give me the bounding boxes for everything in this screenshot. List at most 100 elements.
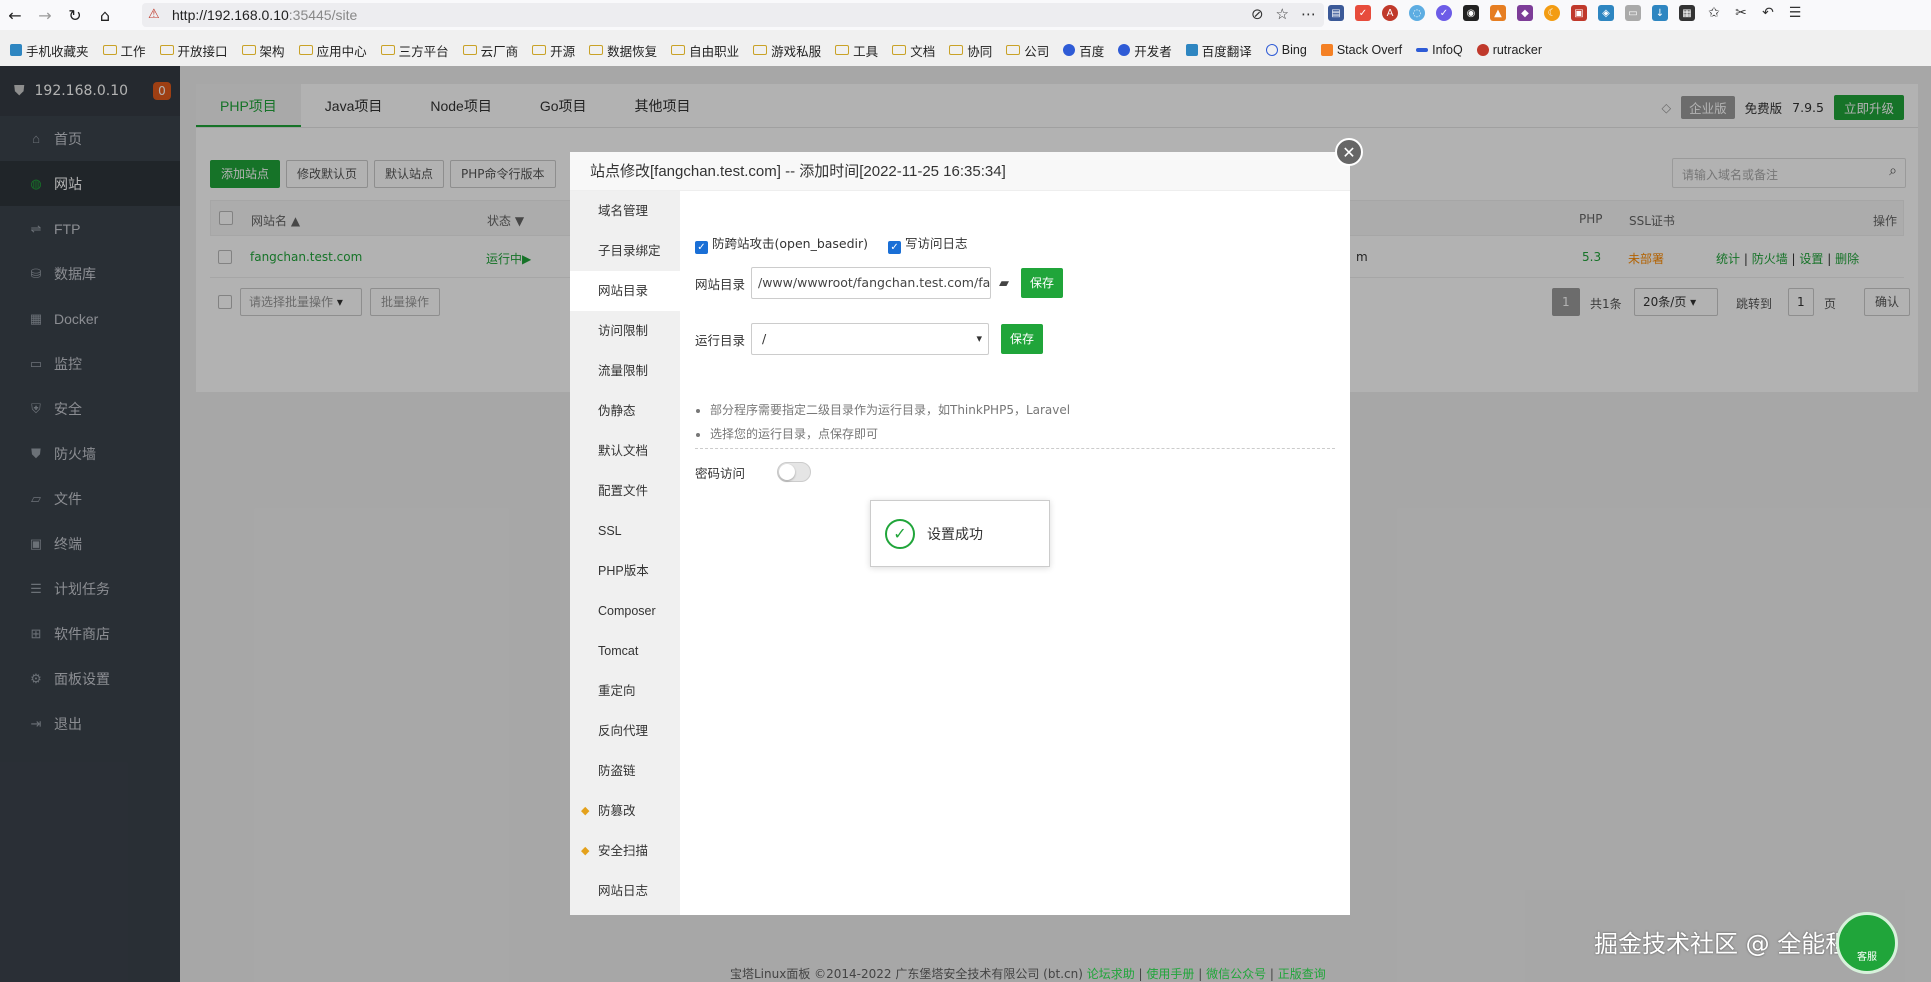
- bookmark-label: 百度翻译: [1201, 44, 1252, 59]
- bookmark-folder[interactable]: 开放接口: [159, 41, 228, 60]
- menu-redirect[interactable]: 重定向: [570, 671, 680, 711]
- folder-open-icon[interactable]: ▰: [999, 276, 1009, 291]
- premium-icon: ◆: [581, 845, 590, 857]
- wechat-link[interactable]: 微信公众号: [1206, 967, 1266, 981]
- open-basedir-option[interactable]: ✓ 防跨站攻击(open_basedir): [695, 233, 868, 254]
- undo-icon[interactable]: ↶: [1760, 5, 1776, 21]
- bookmark-folder[interactable]: 工具: [835, 41, 878, 60]
- menu-tomcat[interactable]: Tomcat: [570, 631, 680, 671]
- bookmark-folder[interactable]: 协同: [949, 41, 992, 60]
- home-button[interactable]: ⌂: [90, 0, 120, 30]
- adblock-icon[interactable]: A: [1382, 5, 1398, 21]
- dialog-title: 站点修改[fangchan.test.com] -- 添加时间[2022-11-…: [570, 152, 1350, 191]
- save-run-dir-button[interactable]: 保存: [1001, 324, 1044, 354]
- menu-site-dir[interactable]: 网站目录: [570, 271, 680, 311]
- forward-button[interactable]: →: [30, 0, 60, 30]
- menu-config-file[interactable]: 配置文件: [570, 471, 680, 511]
- menu-access-limit[interactable]: 访问限制: [570, 311, 680, 351]
- tracking-protection-icon[interactable]: ⊘: [1251, 5, 1264, 23]
- extension-icon[interactable]: ↓: [1652, 5, 1668, 21]
- menu-security-scan[interactable]: ◆ 安全扫描: [570, 831, 680, 871]
- bookmark-item[interactable]: rutracker: [1476, 43, 1542, 57]
- bookmark-label: 百度: [1079, 44, 1105, 59]
- extension-icon[interactable]: ◉: [1463, 5, 1479, 21]
- close-icon[interactable]: ✕: [1335, 138, 1363, 166]
- bookmark-label: 数据恢复: [607, 44, 658, 59]
- bookmark-folder[interactable]: 开源: [532, 41, 575, 60]
- access-log-option[interactable]: ✓ 写访问日志: [888, 233, 968, 254]
- menu-php-version[interactable]: PHP版本: [570, 551, 680, 591]
- bookmark-folder[interactable]: 文档: [892, 41, 935, 60]
- run-dir-select[interactable]: / ▾: [751, 323, 989, 355]
- extension-icon[interactable]: ▣: [1571, 5, 1587, 21]
- site-dir-row: 网站目录 /www/wwwroot/fangchan.test.com/fang…: [695, 267, 1064, 299]
- password-access-row: 密码访问: [695, 462, 812, 482]
- more-icon[interactable]: ⋯: [1301, 5, 1316, 23]
- checkbox-checked-icon[interactable]: ✓: [888, 241, 902, 254]
- bookmark-item[interactable]: InfoQ: [1416, 43, 1463, 57]
- bookmark-folder[interactable]: 架构: [241, 41, 285, 60]
- customer-service-button[interactable]: 客服: [1836, 912, 1898, 974]
- menu-subdir[interactable]: 子目录绑定: [570, 231, 680, 271]
- extension-icon[interactable]: ☾: [1544, 5, 1560, 21]
- menu-domain[interactable]: 域名管理: [570, 191, 680, 231]
- extension-icon[interactable]: ▲: [1490, 5, 1506, 21]
- save-dir-button[interactable]: 保存: [1021, 268, 1064, 298]
- menu-hotlink[interactable]: 防盗链: [570, 751, 680, 791]
- menu-icon[interactable]: ☰: [1787, 5, 1803, 21]
- extension-icon[interactable]: ◌: [1409, 5, 1425, 21]
- bookmark-item[interactable]: Stack Overf: [1320, 43, 1402, 57]
- extension-icon[interactable]: ✓: [1355, 5, 1371, 21]
- menu-rewrite[interactable]: 伪静态: [570, 391, 680, 431]
- license-link[interactable]: 正版查询: [1278, 967, 1326, 981]
- menu-reverse-proxy[interactable]: 反向代理: [570, 711, 680, 751]
- bookmark-folder[interactable]: 三方平台: [380, 41, 449, 60]
- bookmark-item[interactable]: Bing: [1265, 43, 1307, 57]
- extension-icon[interactable]: ◈: [1598, 5, 1614, 21]
- menu-site-log[interactable]: 网站日志: [570, 871, 680, 911]
- forum-link[interactable]: 论坛求助: [1087, 967, 1135, 981]
- extension-icon[interactable]: ▭: [1625, 5, 1641, 21]
- menu-composer[interactable]: Composer: [570, 591, 680, 631]
- customer-service-label: 客服: [1857, 952, 1877, 963]
- success-toast: ✓ 设置成功: [870, 500, 1050, 567]
- extension-icon[interactable]: ▤: [1328, 5, 1344, 21]
- bookmark-label: 云厂商: [480, 44, 519, 59]
- bookmark-label: 自由职业: [689, 44, 740, 59]
- address-bar[interactable]: ⚠ http://192.168.0.10:35445/site ⊘ ☆ ⋯: [142, 3, 1324, 27]
- screenshot-icon[interactable]: ✂: [1733, 5, 1749, 21]
- bookmark-item[interactable]: 百度: [1063, 41, 1104, 60]
- bookmark-folder[interactable]: 游戏私服: [753, 41, 821, 60]
- run-dir-value: /: [762, 331, 767, 346]
- bookmark-item[interactable]: 百度翻译: [1185, 41, 1252, 60]
- manual-link[interactable]: 使用手册: [1146, 967, 1194, 981]
- folder-icon: [380, 45, 395, 55]
- menu-default-doc[interactable]: 默认文档: [570, 431, 680, 471]
- checkbox-checked-icon[interactable]: ✓: [695, 241, 708, 254]
- menu-ssl[interactable]: SSL: [570, 511, 680, 551]
- copyright-text: 宝塔Linux面板 ©2014-2022 广东堡塔安全技术有限公司 (bt.cn…: [730, 967, 1083, 981]
- menu-traffic-limit[interactable]: 流量限制: [570, 351, 680, 391]
- menu-tamper-proof[interactable]: ◆ 防篡改: [570, 791, 680, 831]
- search-icon: [1265, 44, 1278, 56]
- bookmark-folder[interactable]: 数据恢复: [589, 41, 657, 60]
- bookmark-folder[interactable]: 自由职业: [671, 41, 739, 60]
- bookmark-item[interactable]: 开发者: [1118, 41, 1172, 60]
- bookmark-folder[interactable]: 应用中心: [298, 41, 367, 60]
- bookmark-folder[interactable]: 公司: [1006, 41, 1049, 60]
- extension-icon[interactable]: ◆: [1517, 5, 1533, 21]
- extensions-grid-icon[interactable]: ▦: [1679, 5, 1695, 21]
- favorites-icon[interactable]: ✩: [1706, 5, 1722, 21]
- site-dir-input[interactable]: /www/wwwroot/fangchan.test.com/fangchan: [751, 267, 991, 299]
- bookmark-star-icon[interactable]: ☆: [1276, 5, 1289, 23]
- bookmark-folder[interactable]: 工作: [102, 41, 146, 60]
- back-button[interactable]: ←: [0, 0, 30, 30]
- url-host: http://192.168.0.10: [172, 7, 289, 23]
- bookmark-folder[interactable]: 云厂商: [462, 41, 519, 60]
- extension-icon[interactable]: ✓: [1436, 5, 1452, 21]
- reload-button[interactable]: ↻: [60, 0, 90, 30]
- bookmark-label: 文档: [910, 44, 936, 59]
- bookmark-label: 工作: [120, 44, 146, 59]
- password-access-toggle[interactable]: [777, 462, 812, 482]
- bookmark-item[interactable]: 手机收藏夹: [10, 41, 89, 60]
